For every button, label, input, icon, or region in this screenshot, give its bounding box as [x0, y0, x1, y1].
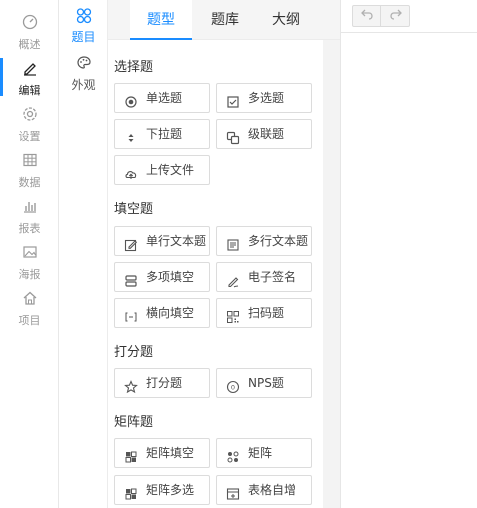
button-label: 下拉题 — [146, 127, 183, 141]
nav-item-label: 设置 — [18, 130, 41, 143]
add-matrix-fill-button[interactable]: 矩阵填空 — [114, 438, 210, 468]
inline-blank-icon — [124, 306, 138, 322]
tab-question-bank[interactable]: 题库 — [194, 0, 256, 40]
nps-dial-icon: 0 — [226, 376, 240, 394]
button-label: 打分题 — [146, 376, 183, 390]
button-label: 多行文本题 — [248, 234, 309, 248]
button-label: 扫码题 — [248, 306, 285, 320]
add-multi-line-text-button[interactable]: 多行文本题 — [216, 226, 312, 256]
nav-item-label: 编辑 — [18, 84, 41, 97]
add-inline-fill-button[interactable]: 横向填空 — [114, 298, 210, 328]
nav-item-overview[interactable]: 概述 — [0, 8, 59, 54]
nav-item-label: 概述 — [18, 38, 41, 51]
add-dropdown-button[interactable]: 下拉题 — [114, 119, 210, 149]
undo-button[interactable] — [353, 6, 381, 26]
palette-icon — [59, 55, 108, 75]
bar-chart-icon — [0, 198, 59, 218]
sub-item-label: 外观 — [71, 78, 96, 92]
left-nav: 概述 编辑 设置 数据 报表 海报 项目 — [0, 0, 59, 508]
edit-box-icon — [124, 234, 138, 252]
button-label: 级联题 — [248, 127, 285, 141]
panel-scrollbar[interactable] — [323, 40, 340, 508]
add-table-autogrow-button[interactable]: 表格自增 — [216, 475, 312, 505]
nav-item-poster[interactable]: 海报 — [0, 238, 59, 284]
gauge-icon — [0, 14, 59, 34]
qr-code-icon — [226, 306, 240, 323]
add-rating-button[interactable]: 打分题 — [114, 368, 210, 398]
add-file-upload-button[interactable]: 上传文件 — [114, 155, 210, 185]
add-nps-button[interactable]: 0 NPS题 — [216, 368, 312, 398]
nav-item-edit[interactable]: 编辑 — [0, 54, 59, 100]
sub-item-label: 题目 — [71, 30, 96, 44]
radio-icon — [124, 91, 138, 108]
grid-icon — [0, 152, 59, 172]
image-icon — [0, 244, 59, 264]
pencil-icon — [0, 60, 59, 80]
text-lines-icon — [226, 234, 240, 251]
button-label: 多选题 — [248, 91, 285, 105]
survey-canvas — [340, 0, 477, 508]
table-add-icon — [226, 483, 240, 500]
toolbar-divider — [340, 32, 477, 33]
nav-item-data[interactable]: 数据 — [0, 146, 59, 192]
add-e-signature-button[interactable]: 电子签名 — [216, 262, 312, 292]
nav-item-label: 项目 — [18, 314, 41, 327]
stacked-fields-icon — [124, 270, 138, 287]
section-title-fill: 填空题 — [114, 202, 154, 217]
button-label: 矩阵填空 — [146, 446, 195, 460]
dropdown-arrows-icon — [124, 127, 138, 142]
section-title-choice: 选择题 — [114, 60, 154, 75]
checkbox-icon — [226, 91, 240, 108]
add-scan-code-button[interactable]: 扫码题 — [216, 298, 312, 328]
home-icon — [0, 290, 59, 310]
undo-icon — [360, 6, 374, 25]
add-single-choice-button[interactable]: 单选题 — [114, 83, 210, 113]
button-label: 横向填空 — [146, 306, 195, 320]
add-cascade-button[interactable]: 级联题 — [216, 119, 312, 149]
sub-nav: 题目 外观 — [59, 0, 108, 508]
redo-button[interactable] — [382, 6, 410, 26]
button-label: 单行文本题 — [146, 234, 207, 248]
button-label: 表格自增 — [248, 483, 297, 497]
matrix-checks-icon — [124, 483, 138, 500]
question-nodes-icon — [59, 7, 108, 27]
undo-redo-group — [352, 5, 410, 27]
sub-item-questions[interactable]: 题目 — [59, 2, 108, 48]
cascade-icon — [226, 127, 240, 145]
nav-item-label: 数据 — [18, 176, 41, 189]
section-title-matrix: 矩阵题 — [114, 415, 154, 430]
sub-item-appearance[interactable]: 外观 — [59, 50, 108, 96]
gear-icon — [0, 106, 59, 126]
section-title-score: 打分题 — [114, 345, 154, 360]
nav-item-report[interactable]: 报表 — [0, 192, 59, 238]
button-label: 矩阵 — [248, 446, 273, 460]
button-label: 矩阵多选 — [146, 483, 195, 497]
svg-text:0: 0 — [231, 384, 235, 392]
add-multi-fill-button[interactable]: 多项填空 — [114, 262, 210, 292]
add-matrix-multi-choice-button[interactable]: 矩阵多选 — [114, 475, 210, 505]
star-icon — [124, 376, 138, 394]
redo-icon — [389, 6, 403, 25]
button-label: 单选题 — [146, 91, 183, 105]
nav-item-project[interactable]: 项目 — [0, 284, 59, 330]
nav-item-label: 海报 — [18, 268, 41, 281]
button-label: 电子签名 — [248, 270, 297, 284]
panel-tabs: 题型 题库 大纲 — [108, 0, 340, 40]
tab-question-types[interactable]: 题型 — [130, 0, 192, 40]
add-single-line-text-button[interactable]: 单行文本题 — [114, 226, 210, 256]
signature-pen-icon — [226, 270, 240, 288]
button-label: 上传文件 — [146, 163, 195, 177]
nav-item-settings[interactable]: 设置 — [0, 100, 59, 146]
button-label: NPS题 — [248, 376, 284, 390]
add-matrix-button[interactable]: 矩阵 — [216, 438, 312, 468]
nav-item-label: 报表 — [18, 222, 41, 235]
button-label: 多项填空 — [146, 270, 195, 284]
add-multi-choice-button[interactable]: 多选题 — [216, 83, 312, 113]
cloud-upload-icon — [124, 163, 138, 179]
matrix-grid-icon — [124, 446, 138, 463]
matrix-dots-icon — [226, 446, 240, 463]
tab-outline[interactable]: 大纲 — [255, 0, 317, 40]
